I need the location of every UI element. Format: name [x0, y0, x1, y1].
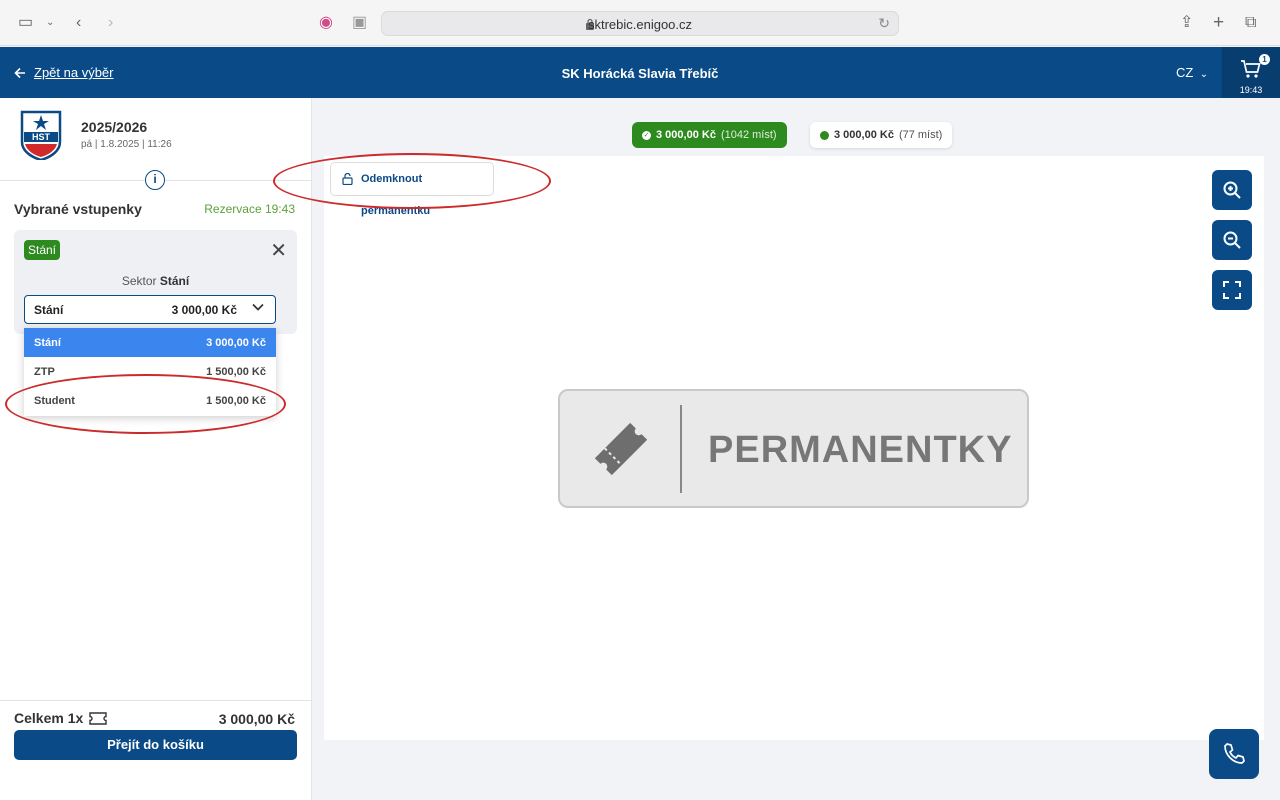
zoom-out-button[interactable] [1212, 220, 1252, 260]
app-header: Zpět na výběr SK Horácká Slavia Třebíč C… [0, 47, 1280, 98]
extension-icon[interactable]: ◉ [319, 13, 333, 33]
status-dot-icon [820, 130, 829, 140]
fullscreen-button[interactable] [1212, 270, 1252, 310]
svg-text:HST: HST [32, 132, 51, 142]
fullscreen-icon [1223, 281, 1241, 299]
dropdown-option-stani[interactable]: Stání 3 000,00 Kč [24, 328, 276, 357]
zoom-in-icon [1223, 181, 1241, 199]
ticket-icon [89, 711, 107, 725]
reservation-timer: Rezervace 19:43 [204, 202, 295, 216]
selected-option-price: 3 000,00 Kč [171, 303, 237, 317]
cart-button[interactable]: 1 19:43 [1222, 47, 1280, 98]
chevron-down-icon[interactable]: ⌄ [46, 13, 54, 33]
season-label: 2025/2026 [81, 119, 148, 135]
price-legend[interactable]: 3 000,00 Kč (77 míst) [810, 122, 953, 148]
checkout-button[interactable]: Přejít do košíku [14, 730, 297, 760]
sidebar-toggle-icon[interactable]: ▭ [18, 13, 33, 33]
address-url: sktrebic.enigoo.cz [587, 17, 693, 32]
dropdown-option-student[interactable]: Student 1 500,00 Kč [24, 386, 276, 415]
unlock-season-ticket-button[interactable]: Odemknout permanentku [330, 162, 494, 217]
sector-label: Sektor Stání [121, 274, 190, 288]
ticket-type-select[interactable]: Stání 3 000,00 Kč [24, 295, 276, 324]
price-legend-available[interactable]: ✓ 3 000,00 Kč (1042 míst) [632, 122, 787, 148]
info-icon[interactable]: i [145, 170, 165, 190]
cart-count-badge: 1 [1259, 54, 1270, 65]
divider [0, 700, 311, 701]
club-crest-logo: HST [20, 110, 62, 160]
extension-icon-2[interactable]: ▣ [352, 13, 367, 33]
new-tab-icon[interactable]: + [1213, 13, 1224, 33]
selected-tickets-heading: Vybrané vstupenky [14, 201, 142, 217]
event-date: pá | 1.8.2025 | 11:26 [81, 139, 172, 150]
back-arrow-icon[interactable]: ‹ [76, 13, 81, 33]
zoom-in-button[interactable] [1212, 170, 1252, 210]
browser-toolbar: ▭ ⌄ ‹ › ◉ ▣ sktrebic.enigoo.cz ↻ ⇪ + ⧉ [0, 0, 1280, 46]
tabs-overview-icon[interactable]: ⧉ [1245, 13, 1256, 33]
call-button[interactable] [1209, 729, 1259, 779]
season-ticket-banner[interactable]: PERMANENTKY [558, 389, 1029, 508]
ticket-icon [594, 422, 648, 476]
page-title: SK Horácká Slavia Třebíč [561, 66, 719, 81]
ticket-sector-tag: Stání [24, 240, 61, 260]
reload-icon[interactable]: ↻ [878, 15, 890, 32]
total-price: 3 000,00 Kč [218, 711, 295, 727]
dropdown-option-ztp[interactable]: ZTP 1 500,00 Kč [24, 357, 276, 386]
selection-panel: HST 2025/2026 pá | 1.8.2025 | 11:26 i Vy… [0, 98, 312, 800]
language-label: CZ [1176, 65, 1194, 80]
forward-arrow-icon[interactable]: › [108, 13, 113, 33]
ticket-type-dropdown: Stání 3 000,00 Kč ZTP 1 500,00 Kč Student 1… [24, 328, 276, 416]
season-ticket-label: PERMANENTKY [708, 429, 1013, 471]
close-icon[interactable]: ✕ [270, 238, 287, 263]
share-icon[interactable]: ⇪ [1180, 13, 1193, 33]
check-icon: ✓ [642, 130, 651, 140]
address-bar[interactable]: sktrebic.enigoo.cz ↻ [381, 11, 899, 36]
chevron-down-icon: ⌄ [1196, 69, 1209, 80]
selected-option-name: Stání [34, 303, 64, 317]
zoom-out-icon [1223, 231, 1241, 249]
chevron-down-icon [252, 303, 264, 311]
unlock-icon [342, 173, 353, 185]
total-count: Celkem 1x [14, 710, 107, 726]
cart-timer: 19:43 [1239, 85, 1263, 95]
divider [680, 405, 682, 493]
language-selector[interactable]: CZ ⌄ [1176, 65, 1208, 80]
phone-icon [1224, 743, 1245, 764]
